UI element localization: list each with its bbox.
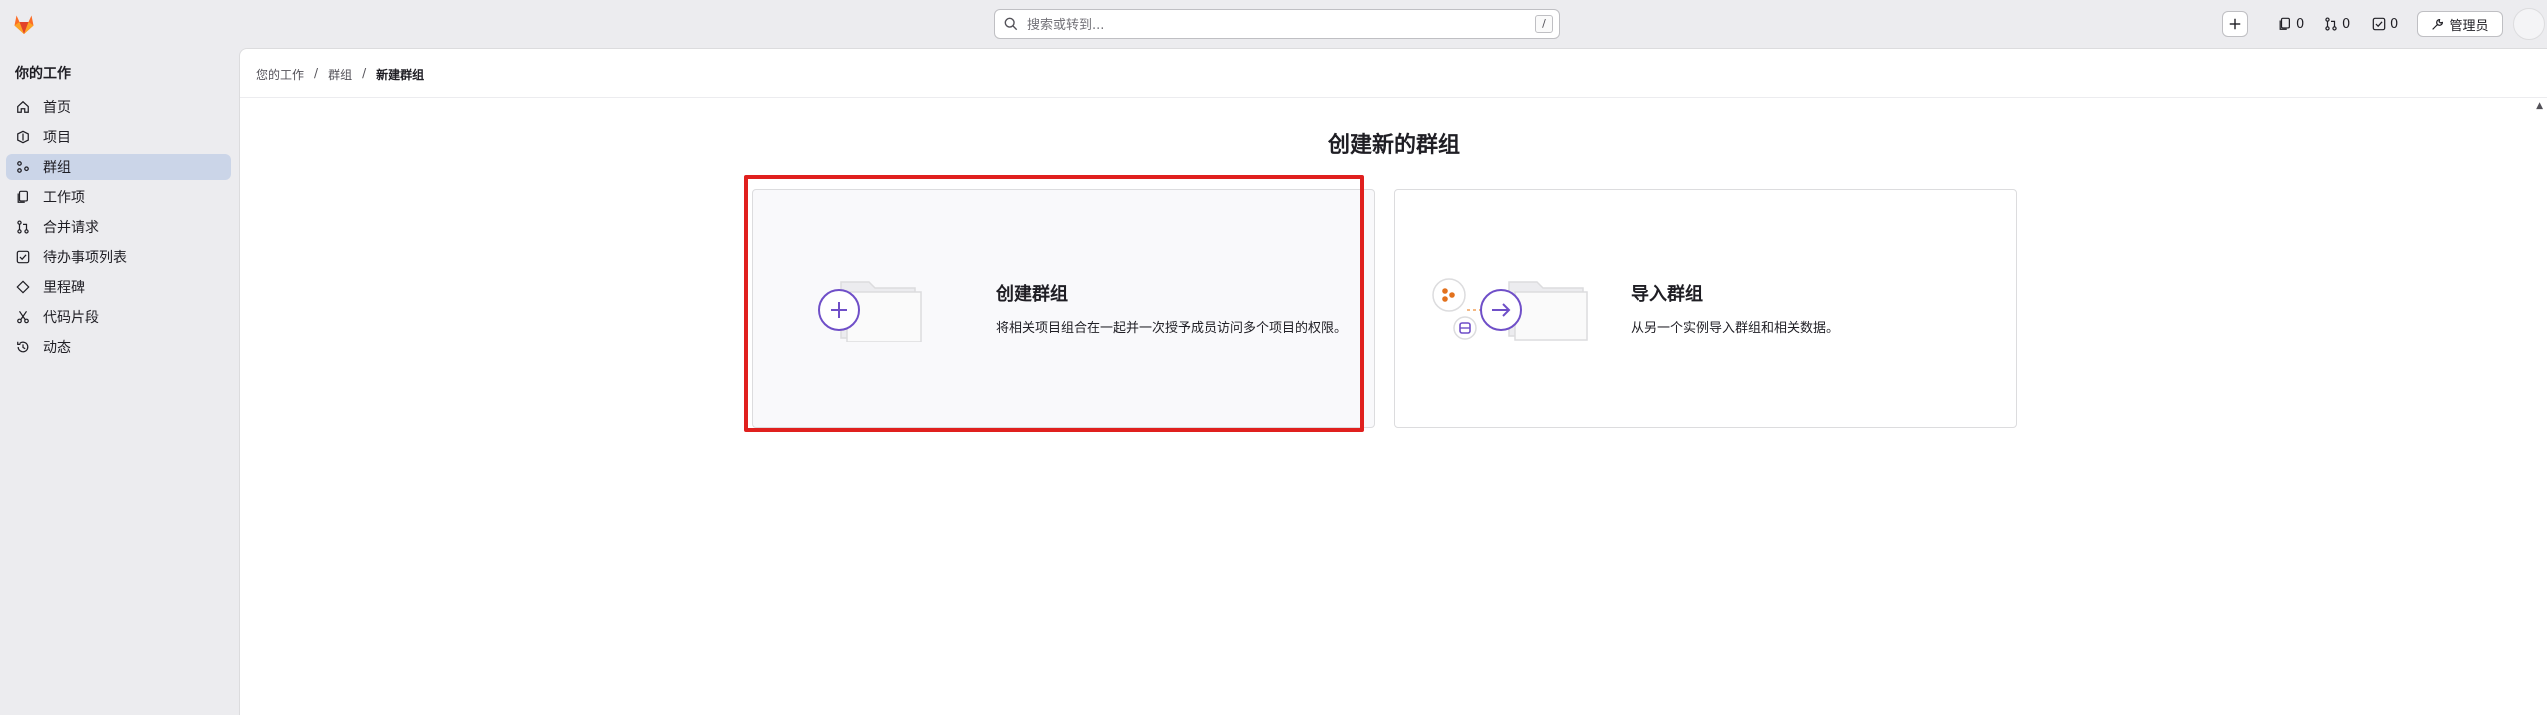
breadcrumb-separator: / — [314, 66, 319, 80]
merge-requests-counter-button[interactable]: 0 — [2324, 11, 2350, 37]
todo-icon — [15, 249, 31, 265]
scroll-up-arrow-icon[interactable]: ▲ — [2536, 101, 2543, 111]
todos-count: 0 — [2390, 16, 2399, 32]
sidebar-item-projects[interactable]: 项目 — [6, 124, 231, 150]
breadcrumb-groups[interactable]: 群组 — [328, 66, 352, 83]
issues-icon — [2279, 17, 2290, 30]
milestone-icon — [15, 279, 31, 295]
home-icon — [15, 99, 31, 115]
admin-button[interactable]: 管理员 — [2417, 11, 2503, 37]
snippet-icon — [15, 309, 31, 325]
folder-import-illustration-icon — [1432, 278, 1588, 341]
history-icon — [15, 339, 31, 355]
sidebar: 你的工作 首页 项目 群组 工作项 合并请求 待办事项列表 里程碑 代码片段 动… — [0, 48, 239, 715]
sidebar-item-label: 里程碑 — [43, 280, 85, 296]
search-shortcut-hint: / — [1535, 15, 1553, 33]
todo-icon — [2372, 17, 2386, 31]
sidebar-item-activity[interactable]: 动态 — [6, 334, 231, 360]
sidebar-item-label: 工作项 — [43, 190, 85, 206]
sidebar-item-label: 动态 — [43, 340, 71, 356]
group-icon — [15, 159, 31, 175]
sidebar-item-todos[interactable]: 待办事项列表 — [6, 244, 231, 270]
project-icon — [15, 129, 31, 145]
page-title: 创建新的群组 — [1327, 133, 1460, 158]
main-content: 您的工作 / 群组 / 新建群组 ▲ 创建新的群组 创建群组 将相关项目组合在一… — [239, 48, 2547, 715]
sidebar-item-groups[interactable]: 群组 — [6, 154, 231, 180]
gitlab-logo-icon[interactable] — [12, 12, 36, 36]
sidebar-item-work-items[interactable]: 工作项 — [6, 184, 231, 210]
sidebar-item-home[interactable]: 首页 — [6, 94, 231, 120]
breadcrumb-divider — [240, 97, 2547, 98]
sidebar-item-label: 首页 — [43, 100, 71, 116]
merge-request-icon — [15, 219, 31, 235]
import-group-card[interactable]: 导入群组 从另一个实例导入群组和相关数据。 — [1394, 189, 2017, 428]
sidebar-title: 你的工作 — [15, 66, 71, 82]
import-group-description: 从另一个实例导入群组和相关数据。 — [1631, 321, 1840, 336]
sidebar-item-label: 待办事项列表 — [43, 250, 127, 266]
import-group-title: 导入群组 — [1631, 284, 1703, 305]
work-items-icon — [15, 189, 31, 205]
plus-icon — [2229, 18, 2241, 30]
create-new-button[interactable] — [2222, 11, 2248, 37]
top-bar: / 0 0 0 管理员 — [0, 0, 2547, 48]
user-avatar[interactable] — [2513, 8, 2545, 40]
breadcrumb-your-work[interactable]: 您的工作 — [256, 66, 304, 83]
admin-label: 管理员 — [2449, 18, 2489, 34]
sidebar-item-snippets[interactable]: 代码片段 — [6, 304, 231, 330]
breadcrumb: 您的工作 / 群组 / 新建群组 — [256, 66, 424, 83]
issues-counter-button[interactable]: 0 — [2278, 11, 2304, 37]
selection-highlight-box — [744, 175, 1364, 432]
search-icon — [1004, 17, 1018, 31]
search-input[interactable] — [1025, 13, 1509, 37]
sidebar-item-milestones[interactable]: 里程碑 — [6, 274, 231, 300]
breadcrumb-new-group[interactable]: 新建群组 — [376, 66, 424, 83]
merge-request-icon — [2325, 17, 2337, 31]
sidebar-item-merge-requests[interactable]: 合并请求 — [6, 214, 231, 240]
merge-requests-count: 0 — [2342, 16, 2351, 32]
issues-count: 0 — [2296, 16, 2305, 32]
sidebar-item-label: 代码片段 — [43, 310, 99, 326]
breadcrumb-separator: / — [362, 66, 367, 80]
sidebar-item-label: 群组 — [43, 160, 71, 176]
sidebar-item-label: 合并请求 — [43, 220, 99, 236]
todos-counter-button[interactable]: 0 — [2372, 11, 2398, 37]
search-box[interactable]: / — [994, 9, 1560, 39]
sidebar-item-label: 项目 — [43, 130, 71, 146]
wrench-icon — [2432, 18, 2444, 30]
